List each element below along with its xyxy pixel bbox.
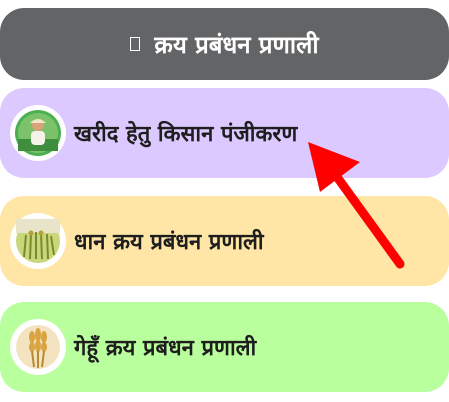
menu-item-label: धान क्रय प्रबंधन प्रणाली <box>74 230 264 255</box>
menu-item-paddy-procurement[interactable]: धान क्रय प्रबंधन प्रणाली <box>0 196 449 286</box>
menu-item-wheat-procurement[interactable]: गेहूँ क्रय प्रबंधन प्रणाली <box>0 302 449 392</box>
menu-item-label: खरीद हेतु किसान पंजीकरण <box>74 122 298 147</box>
farmer-icon <box>10 105 66 161</box>
wheat-icon <box>10 319 66 375</box>
menu-item-label: गेहूँ क्रय प्रबंधन प्रणाली <box>74 336 257 361</box>
menu-item-farmer-registration[interactable]: खरीद हेतु किसान पंजीकरण <box>0 88 449 178</box>
paddy-field-icon <box>10 213 66 269</box>
document-icon <box>130 37 141 51</box>
page-header: क्रय प्रबंधन प्रणाली <box>0 8 449 80</box>
header-title: क्रय प्रबंधन प्रणाली <box>154 30 319 59</box>
